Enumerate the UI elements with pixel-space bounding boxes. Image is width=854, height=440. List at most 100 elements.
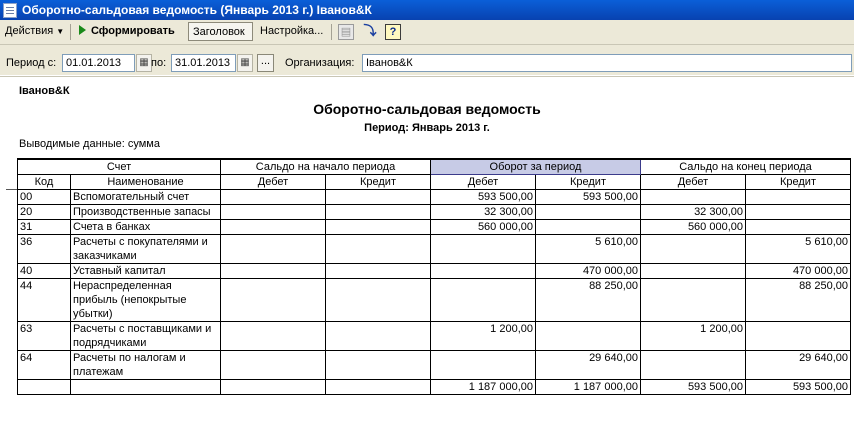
- start-credit: [325, 350, 431, 380]
- window-title: Оборотно-сальдовая ведомость (Январь 201…: [22, 3, 372, 17]
- header-toggle-button[interactable]: Заголовок: [188, 22, 253, 41]
- turnover-credit: [535, 321, 641, 351]
- end-credit: 5 610,00: [745, 234, 851, 264]
- account-code: 40: [17, 263, 71, 279]
- calendar-icon[interactable]: ▦: [237, 54, 253, 72]
- actions-menu[interactable]: Действия ▼: [1, 22, 68, 41]
- table-row[interactable]: 44 Нераспределенная прибыль (непокрытые у…: [17, 278, 851, 322]
- totals-start-credit: [325, 379, 431, 395]
- end-credit: 470 000,00: [745, 263, 851, 279]
- period-to-field[interactable]: 31.01.2013: [171, 54, 236, 72]
- window-titlebar: Оборотно-сальдовая ведомость (Январь 201…: [0, 0, 854, 20]
- end-credit: [745, 189, 851, 205]
- turnover-credit: 29 640,00: [535, 350, 641, 380]
- account-code: 36: [17, 234, 71, 264]
- end-credit: [745, 204, 851, 220]
- account-code: 00: [17, 189, 71, 205]
- report-organization: Іванов&К: [19, 85, 70, 97]
- turnover-credit: 5 610,00: [535, 234, 641, 264]
- totals-turnover-debit: 1 187 000,00: [430, 379, 536, 395]
- table-row[interactable]: 40 Уставный капитал 470 000,00 470 000,00: [17, 263, 851, 279]
- col-header-debit: Дебет: [220, 174, 326, 190]
- col-header-name: Наименование: [70, 174, 221, 190]
- start-debit: [220, 263, 326, 279]
- start-debit: [220, 189, 326, 205]
- table-row[interactable]: 64 Расчеты по налогам и платежам 29 640,00…: [17, 350, 851, 380]
- turnover-debit: 593 500,00: [430, 189, 536, 205]
- start-credit: [325, 234, 431, 264]
- start-debit: [220, 278, 326, 322]
- start-debit: [220, 234, 326, 264]
- account-code: 44: [17, 278, 71, 322]
- calendar-icon[interactable]: ▦: [136, 54, 152, 72]
- table-row[interactable]: 31 Счета в банках 560 000,00 560 000,00: [17, 219, 851, 235]
- start-debit: [220, 321, 326, 351]
- table-row[interactable]: 63 Расчеты с поставщиками и подрядчиками 1…: [17, 321, 851, 351]
- table-row[interactable]: 20 Производственные запасы 32 300,00 32 300…: [17, 204, 851, 220]
- turnover-credit: 593 500,00: [535, 189, 641, 205]
- settings-label: Настройка...: [260, 25, 324, 37]
- document-icon: [3, 3, 17, 18]
- end-credit: [745, 219, 851, 235]
- account-code: 20: [17, 204, 71, 220]
- group-header-closing: Сальдо на конец периода: [640, 158, 851, 175]
- turnover-credit: [535, 219, 641, 235]
- group-header-turnover[interactable]: Оборот за период: [430, 158, 641, 175]
- organization-label: Организация:: [285, 57, 355, 69]
- turnover-credit: 88 250,00: [535, 278, 641, 322]
- end-debit: 32 300,00: [640, 204, 746, 220]
- col-header-debit: Дебет: [640, 174, 746, 190]
- totals-turnover-credit: 1 187 000,00: [535, 379, 641, 395]
- expand-down-icon[interactable]: ⤵: [362, 24, 378, 40]
- end-debit: [640, 263, 746, 279]
- help-icon[interactable]: ?: [385, 24, 401, 40]
- end-credit: [745, 321, 851, 351]
- settings-button[interactable]: Настройка...: [256, 22, 327, 41]
- form-label: Сформировать: [91, 25, 175, 37]
- report-sheet: Іванов&К Оборотно-сальдовая ведомость Пе…: [0, 76, 854, 440]
- account-name: Расчеты по налогам и платежам: [70, 350, 221, 380]
- account-name: Счета в банках: [70, 219, 221, 235]
- start-credit: [325, 189, 431, 205]
- header-label: Заголовок: [193, 26, 245, 38]
- start-credit: [325, 321, 431, 351]
- end-debit: 560 000,00: [640, 219, 746, 235]
- totals-end-credit: 593 500,00: [745, 379, 851, 395]
- column-header-row: Код Наименование Дебет Кредит Дебет Кред…: [17, 174, 851, 190]
- col-header-credit: Кредит: [745, 174, 851, 190]
- account-name: Нераспределенная прибыль (непокрытые убы…: [70, 278, 221, 322]
- end-debit: [640, 278, 746, 322]
- report-table: Счет Сальдо на начало периода Оборот за …: [17, 158, 851, 395]
- toolbar-separator: [331, 24, 332, 40]
- turnover-debit: [430, 234, 536, 264]
- period-to-label: по:: [151, 57, 167, 69]
- turnover-debit: 560 000,00: [430, 219, 536, 235]
- period-from-label: Период с:: [6, 57, 57, 69]
- col-header-credit: Кредит: [325, 174, 431, 190]
- organization-field[interactable]: Іванов&К: [362, 54, 852, 72]
- end-debit: [640, 234, 746, 264]
- start-debit: [220, 350, 326, 380]
- totals-row: 1 187 000,00 1 187 000,00 593 500,00 593…: [17, 379, 851, 395]
- period-select-button[interactable]: ...: [257, 54, 274, 72]
- end-debit: [640, 189, 746, 205]
- form-button[interactable]: Сформировать: [75, 22, 179, 41]
- totals-end-debit: 593 500,00: [640, 379, 746, 395]
- dropdown-arrow-icon: ▼: [56, 27, 65, 36]
- copy-icon[interactable]: ▤: [338, 24, 354, 40]
- end-debit: [640, 350, 746, 380]
- account-name: Расчеты с покупателями и заказчиками: [70, 234, 221, 264]
- turnover-debit: [430, 350, 536, 380]
- turnover-debit: [430, 278, 536, 322]
- turnover-debit: 32 300,00: [430, 204, 536, 220]
- start-credit: [325, 204, 431, 220]
- account-name: Уставный капитал: [70, 263, 221, 279]
- period-from-field[interactable]: 01.01.2013: [62, 54, 135, 72]
- totals-start-debit: [220, 379, 326, 395]
- start-credit: [325, 219, 431, 235]
- table-row[interactable]: 36 Расчеты с покупателями и заказчиками 5 …: [17, 234, 851, 264]
- col-header-code: Код: [17, 174, 71, 190]
- table-row[interactable]: 00 Вспомогательный счет 593 500,00 593 500,…: [17, 189, 851, 205]
- toolbar-separator: [70, 24, 71, 40]
- group-header-opening: Сальдо на начало периода: [220, 158, 431, 175]
